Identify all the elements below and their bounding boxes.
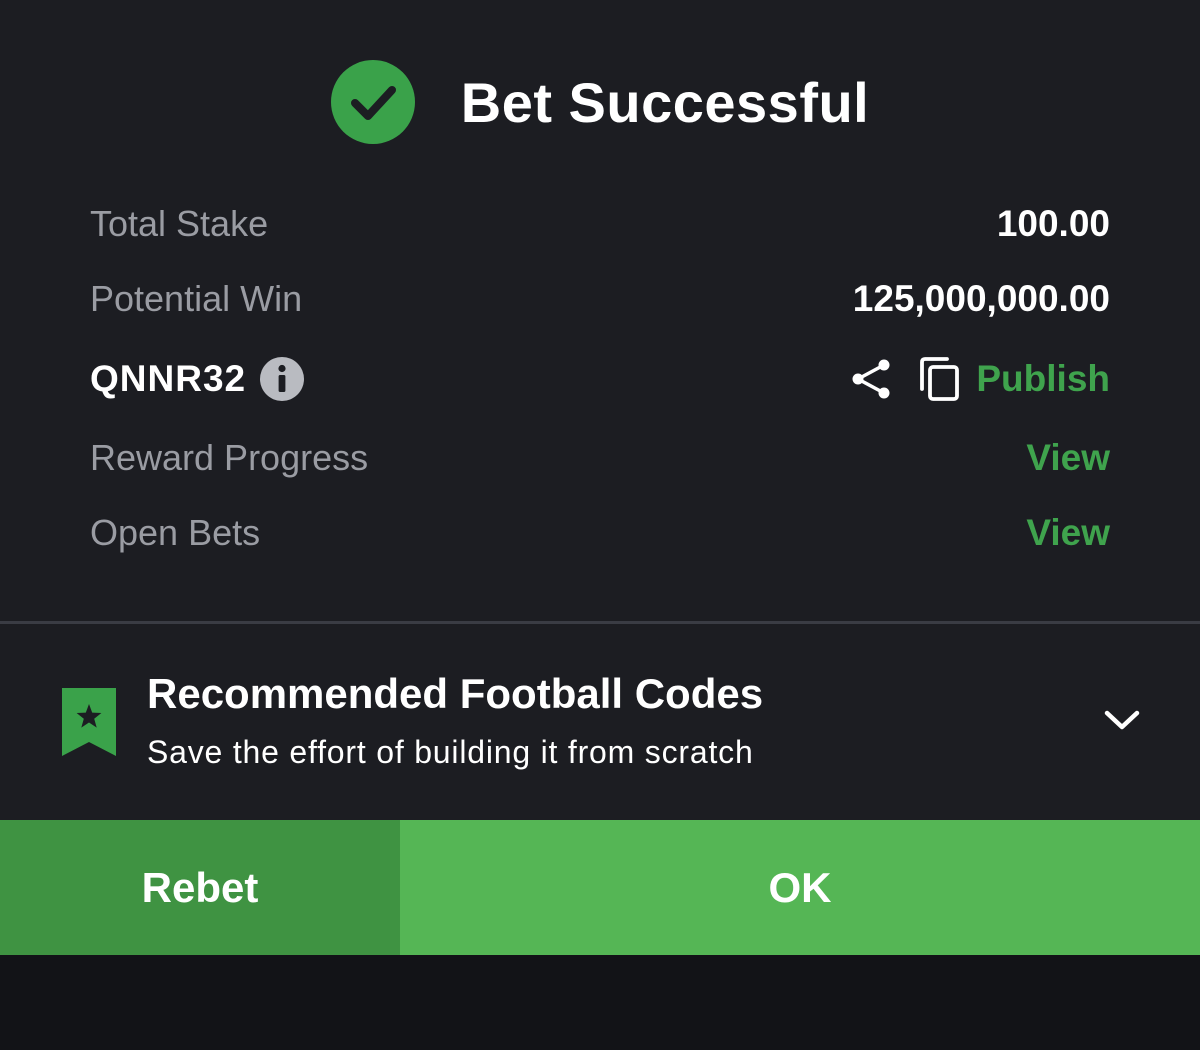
share-icon[interactable] (850, 357, 894, 401)
total-stake-label: Total Stake (90, 203, 269, 244)
open-bets-row: Open Bets View (90, 503, 1110, 563)
ok-button[interactable]: OK (400, 820, 1200, 955)
publish-link[interactable]: Publish (976, 358, 1110, 400)
dialog-title: Bet Successful (460, 70, 870, 134)
chevron-down-icon[interactable] (1102, 706, 1142, 734)
background-overlay (0, 955, 1200, 1050)
open-bets-label: Open Bets (90, 512, 261, 553)
copy-icon[interactable] (918, 356, 962, 402)
dialog-header: Bet Successful (0, 60, 1200, 144)
booking-code: QNNR32 (90, 358, 247, 399)
reward-progress-view-link[interactable]: View (1026, 437, 1110, 479)
rebet-label: Rebet (141, 863, 259, 911)
booking-code-group: QNNR32 (90, 357, 305, 401)
total-stake-row: Total Stake 100.00 (90, 194, 1110, 254)
potential-win-row: Potential Win 125,000,000.00 (90, 269, 1110, 329)
check-circle-icon (330, 60, 415, 144)
open-bets-view-link[interactable]: View (1026, 512, 1110, 554)
ok-label: OK (768, 863, 832, 911)
potential-win-value: 125,000,000.00 (852, 278, 1110, 319)
recommended-codes-panel[interactable]: Recommended Football Codes Save the effo… (0, 624, 1200, 820)
potential-win-label: Potential Win (90, 278, 303, 319)
reward-progress-row: Reward Progress View (90, 428, 1110, 488)
rebet-button[interactable]: Rebet (0, 820, 400, 955)
info-icon[interactable] (260, 357, 305, 401)
action-buttons: Rebet OK (0, 820, 1200, 955)
booking-code-actions: Publish (850, 356, 1110, 402)
reward-progress-label: Reward Progress (90, 437, 369, 478)
bet-success-dialog: Bet Successful Total Stake 100.00 Potent… (0, 0, 1200, 955)
booking-code-row: QNNR32 Publish (90, 349, 1110, 409)
bookmark-star-icon (62, 688, 116, 756)
recommended-title: Recommended Football Codes (147, 670, 764, 717)
recommended-subtitle: Save the effort of building it from scra… (147, 734, 754, 770)
total-stake-value: 100.00 (996, 203, 1110, 244)
